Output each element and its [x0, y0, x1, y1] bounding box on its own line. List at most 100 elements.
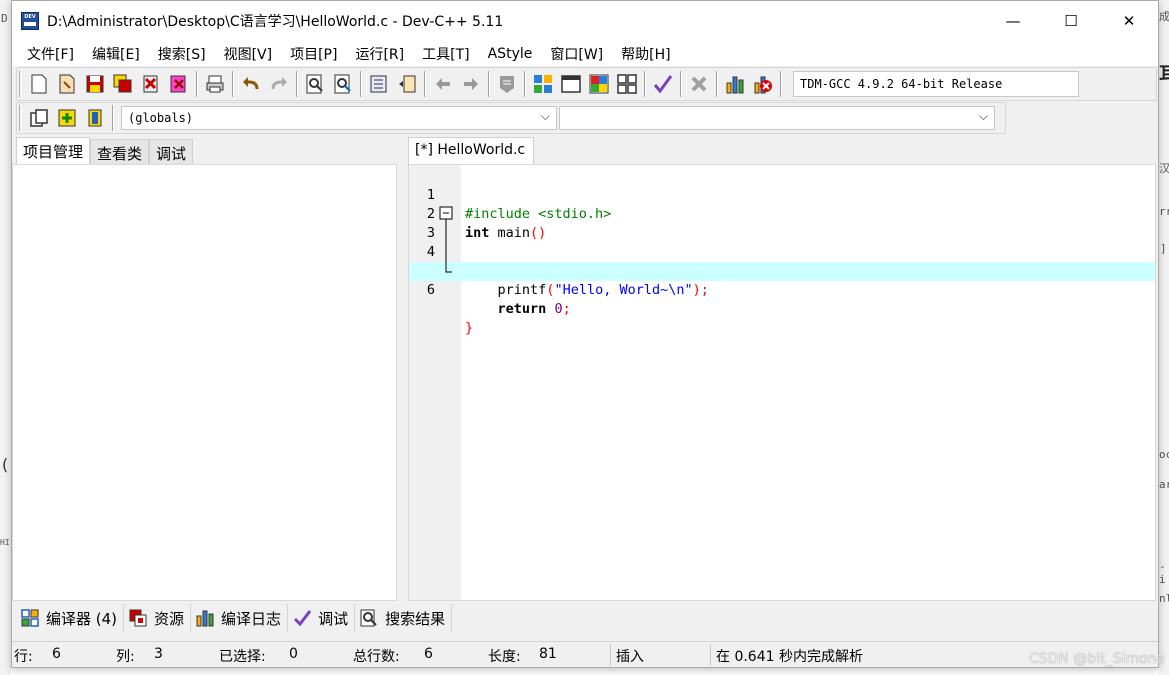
- menu-window[interactable]: 窗口[W]: [541, 44, 612, 64]
- app-logo-icon: DEV: [21, 12, 39, 30]
- add-to-project-button[interactable]: [53, 104, 81, 132]
- window-title: D:\Administrator\Desktop\C语言学习\HelloWorl…: [47, 14, 504, 30]
- menu-astyle[interactable]: AStyle: [479, 46, 542, 62]
- chart-icon: [195, 608, 215, 628]
- tab-debug[interactable]: 调试: [149, 139, 194, 164]
- find-button[interactable]: [301, 70, 329, 98]
- toolbar-separator: [780, 71, 782, 97]
- menu-file[interactable]: 文件[F]: [18, 44, 83, 64]
- status-parse-message: 在 0.641 秒内完成解析: [716, 649, 863, 665]
- delete-profile-button[interactable]: [749, 70, 777, 98]
- background-text: rr: [1159, 205, 1169, 218]
- close-all-button[interactable]: [165, 70, 193, 98]
- scope-select[interactable]: (globals) ⌵: [121, 106, 557, 130]
- member-select[interactable]: ⌵: [559, 106, 995, 130]
- background-text: ar: [1159, 478, 1169, 491]
- scope-select-value: (globals): [128, 111, 194, 125]
- background-text: 成: [1159, 10, 1169, 23]
- toolbar-separator: [524, 71, 526, 97]
- fold-collapse-icon[interactable]: [439, 205, 453, 224]
- menu-tools[interactable]: 工具[T]: [413, 44, 478, 64]
- tab-project-manager[interactable]: 项目管理: [16, 137, 91, 164]
- number-token: 0: [554, 301, 563, 317]
- save-button[interactable]: [81, 70, 109, 98]
- rebuild-all-button[interactable]: [613, 70, 641, 98]
- indent-button[interactable]: [365, 70, 393, 98]
- status-bar: 行: 6 列: 3 已选择: 0 总行数: 6 长度: 81 插入 在 0.64…: [12, 641, 1158, 667]
- tab-resources[interactable]: 资源: [124, 604, 192, 632]
- remove-icon: [88, 109, 102, 127]
- fold-end-icon: [445, 262, 452, 273]
- new-project-button[interactable]: [25, 104, 53, 132]
- go-forward-button[interactable]: [457, 70, 485, 98]
- redo-button[interactable]: [265, 70, 293, 98]
- tab-helloworld-c[interactable]: [*] HelloWorld.c: [408, 137, 535, 164]
- open-file-button[interactable]: [53, 70, 81, 98]
- replace-button[interactable]: [329, 70, 357, 98]
- maximize-button[interactable]: ☐: [1042, 1, 1100, 41]
- print-button[interactable]: [201, 70, 229, 98]
- check-icon: [292, 608, 312, 628]
- status-selected-label: 已选择:: [219, 649, 266, 665]
- background-text: HI: [0, 538, 10, 547]
- bookmark-button[interactable]: [493, 70, 521, 98]
- run-button[interactable]: [557, 70, 585, 98]
- menu-help[interactable]: 帮助[H]: [612, 44, 679, 64]
- compile-button[interactable]: [529, 70, 557, 98]
- close-all-icon: [170, 75, 186, 93]
- minimize-button[interactable]: —: [984, 1, 1042, 41]
- syntax-check-button[interactable]: [649, 70, 677, 98]
- menu-project[interactable]: 项目[P]: [281, 44, 346, 64]
- new-file-button[interactable]: [25, 70, 53, 98]
- string-token: "Hello, World~\n": [554, 282, 693, 298]
- compiler-select[interactable]: TDM-GCC 4.9.2 64-bit Release: [793, 71, 1079, 97]
- compile-run-button[interactable]: [585, 70, 613, 98]
- tab-search-results-label: 搜索结果: [385, 609, 446, 628]
- status-insert-mode: 插入: [616, 649, 644, 665]
- unindent-button[interactable]: [393, 70, 421, 98]
- tab-debug-output[interactable]: 调试: [288, 604, 356, 632]
- remove-from-project-button[interactable]: [81, 104, 109, 132]
- menu-run[interactable]: 运行[R]: [346, 44, 413, 64]
- menu-search[interactable]: 搜索[S]: [149, 44, 215, 64]
- new-file-icon: [31, 74, 47, 94]
- app-logo-text: DEV: [24, 14, 36, 20]
- toolbar-separator: [196, 71, 198, 97]
- menu-view[interactable]: 视图[V]: [215, 44, 282, 64]
- left-panel-tabs: 项目管理 查看类 调试: [16, 137, 194, 164]
- status-length-label: 长度:: [488, 649, 521, 665]
- toolbar-grip[interactable]: [19, 105, 22, 131]
- close-file-button[interactable]: [137, 70, 165, 98]
- status-col-label: 列:: [116, 649, 135, 665]
- add-icon: [58, 109, 76, 127]
- status-length-value: 81: [539, 646, 557, 662]
- panel-splitter[interactable]: [400, 137, 408, 601]
- status-total-lines-label: 总行数:: [353, 649, 400, 665]
- close-button[interactable]: ✕: [1100, 1, 1158, 41]
- code-editor[interactable]: 1 #include <stdio.h> 2 int main() 3 { 4 …: [408, 164, 1156, 601]
- profile-button[interactable]: [721, 70, 749, 98]
- status-separator: [710, 644, 711, 666]
- menu-edit[interactable]: 编辑[E]: [83, 44, 149, 64]
- toolbar-separator: [112, 105, 114, 131]
- status-separator: [610, 644, 611, 666]
- status-row-value: 6: [52, 646, 61, 662]
- toolbar-grip[interactable]: [19, 71, 22, 97]
- chevron-down-icon: ⌵: [540, 109, 550, 123]
- save-all-button[interactable]: [109, 70, 137, 98]
- tab-search-results[interactable]: 搜索结果: [355, 604, 453, 632]
- tab-compiler[interactable]: 编译器 (4): [16, 604, 125, 632]
- stop-icon: [691, 76, 707, 92]
- status-row-label: 行:: [14, 649, 33, 665]
- class-toolbar: (globals) ⌵ ⌵: [16, 102, 1006, 134]
- go-back-button[interactable]: [429, 70, 457, 98]
- replace-icon: [334, 74, 351, 94]
- stop-execution-button[interactable]: [685, 70, 713, 98]
- compile-icon: [534, 75, 552, 93]
- project-tree[interactable]: [12, 164, 397, 601]
- devcpp-window: DEV D:\Administrator\Desktop\C语言学习\Hello…: [11, 0, 1159, 668]
- back-icon: [436, 78, 450, 90]
- undo-button[interactable]: [237, 70, 265, 98]
- tab-class-browser[interactable]: 查看类: [90, 139, 150, 164]
- tab-compile-log[interactable]: 编译日志: [191, 604, 289, 632]
